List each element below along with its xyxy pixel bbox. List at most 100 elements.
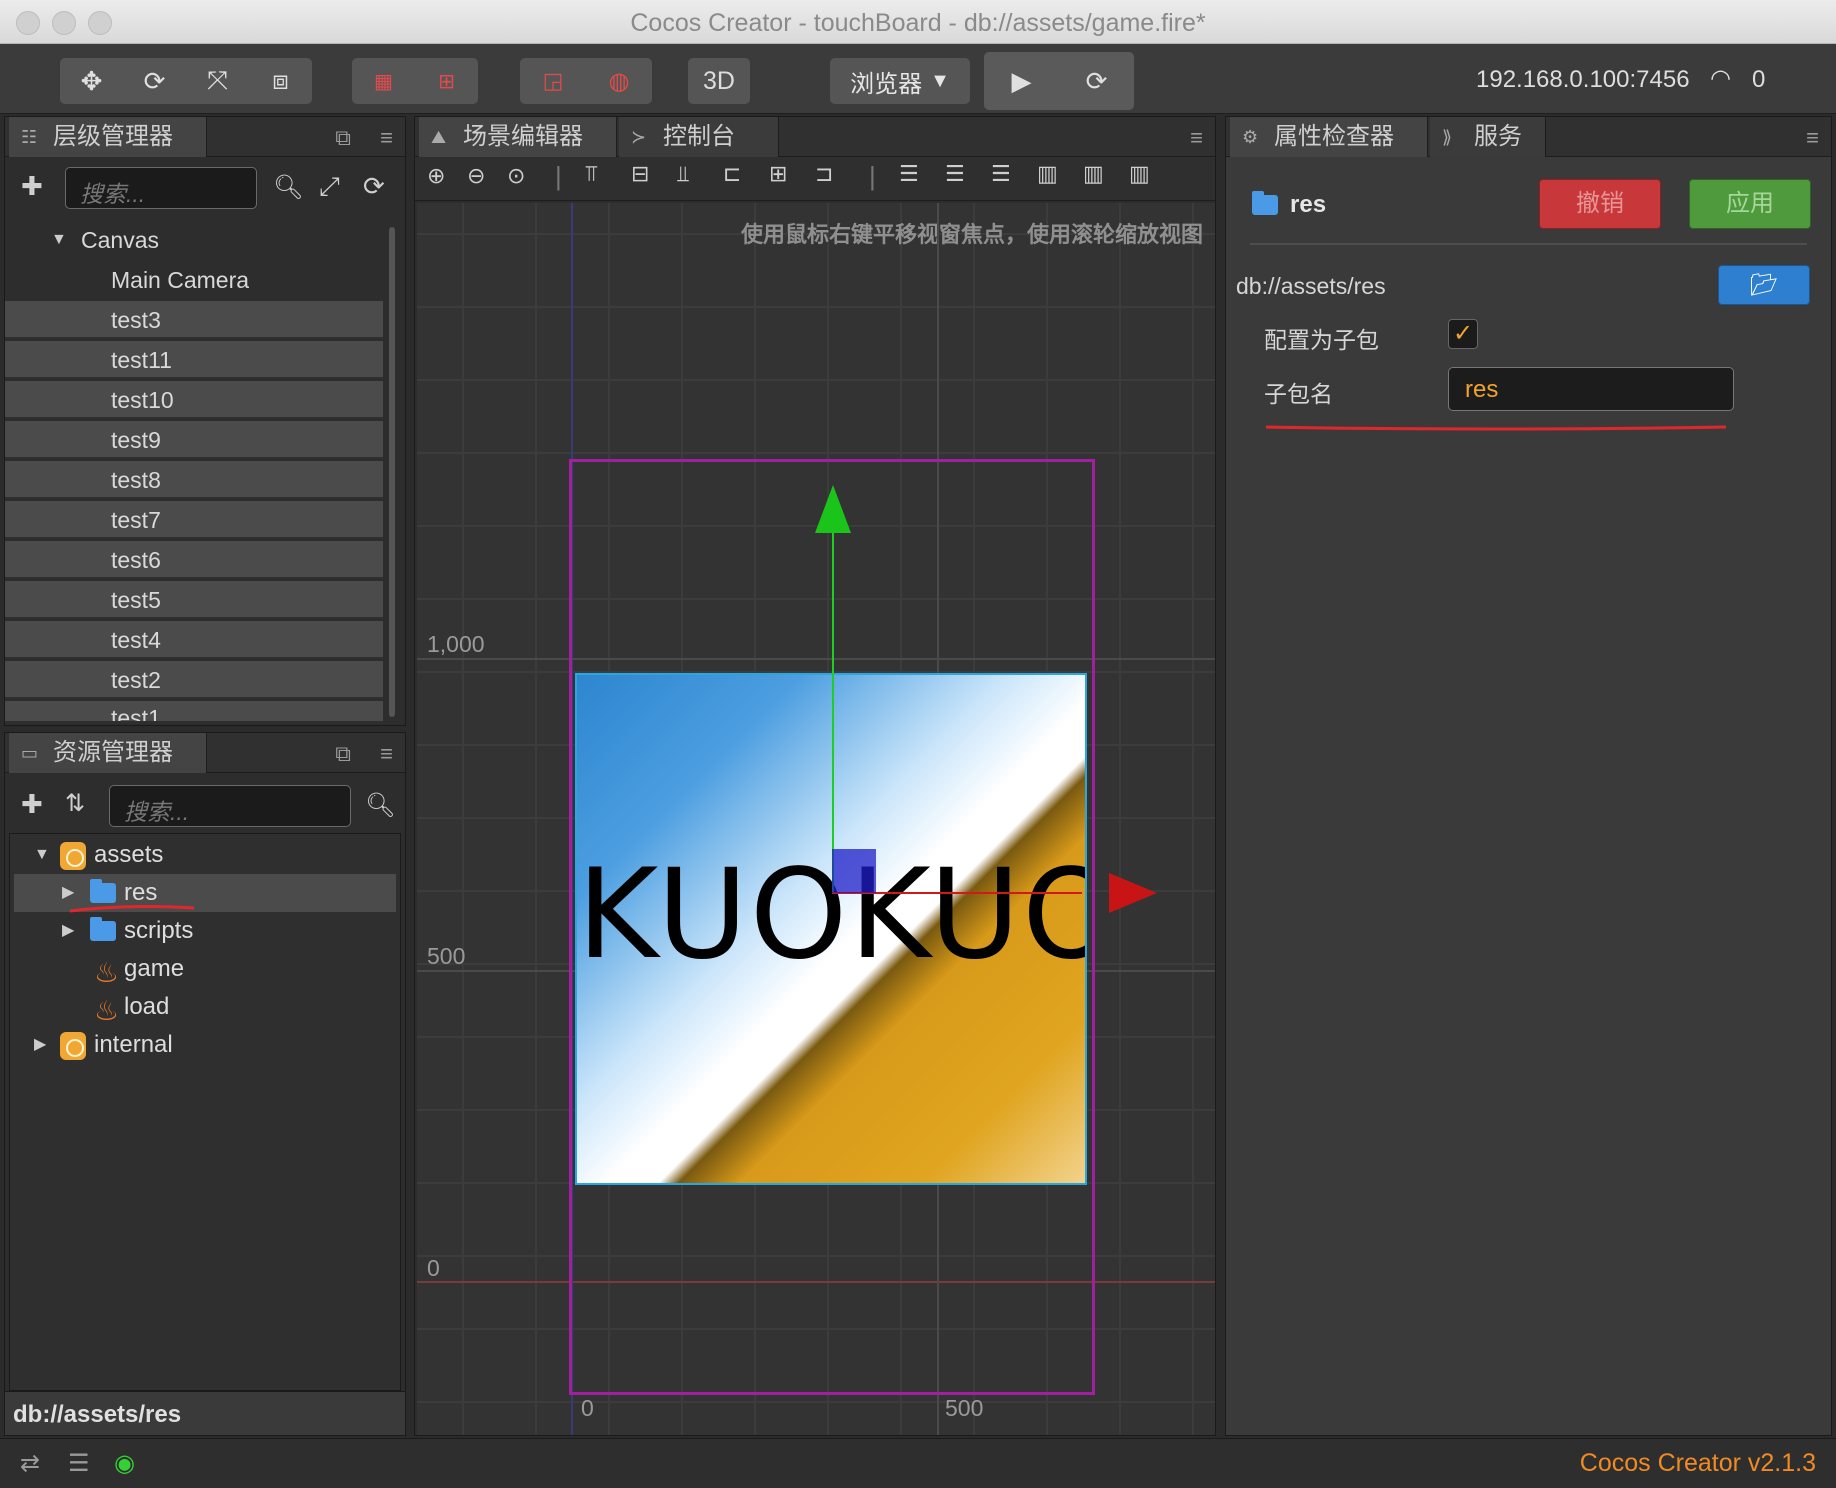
- y-axis-label: 500: [427, 943, 466, 969]
- hierarchy-scrollbar[interactable]: [389, 227, 395, 717]
- gizmo-x-arrow-icon[interactable]: [1109, 873, 1157, 913]
- preview-ip[interactable]: 192.168.0.100:7456: [1476, 66, 1690, 94]
- tree-node[interactable]: test5: [5, 581, 383, 619]
- eye-icon[interactable]: ◉: [114, 1449, 135, 1478]
- align-vcenter-icon[interactable]: ⊟: [631, 161, 649, 187]
- move-tool-icon[interactable]: ✥: [64, 58, 120, 104]
- tab-console[interactable]: ≻ 控制台: [619, 117, 779, 157]
- distribute-vcenter-icon[interactable]: ☰: [945, 161, 965, 187]
- popout-icon[interactable]: ⧉: [335, 741, 351, 767]
- align-hcenter-icon[interactable]: ⊞: [769, 161, 787, 187]
- folder-icon: [90, 917, 116, 941]
- node-label: test1: [111, 705, 161, 723]
- distribute-left-icon[interactable]: ▥: [1037, 161, 1058, 187]
- search-icon[interactable]: 🔍︎: [365, 791, 395, 820]
- folder-icon: ▭: [21, 743, 39, 763]
- scene-viewport[interactable]: 使用鼠标右键平移视窗焦点，使用滚轮缩放视图 1,000 500 0 0 500 …: [417, 203, 1215, 1435]
- tree-node[interactable]: test3: [5, 301, 383, 339]
- gizmo-y-arrow-icon[interactable]: [815, 485, 851, 533]
- scene-hint: 使用鼠标右键平移视窗焦点，使用滚轮缩放视图: [740, 222, 1203, 247]
- tree-node[interactable]: test6: [5, 541, 383, 579]
- menu-icon[interactable]: ≡: [380, 125, 393, 151]
- tree-node[interactable]: test2: [5, 661, 383, 699]
- toolbar-divider: |: [555, 161, 562, 191]
- tree-node-canvas[interactable]: ▼ Canvas: [5, 221, 383, 259]
- distribute-hcenter-icon[interactable]: ▥: [1083, 161, 1104, 187]
- align-right-icon[interactable]: ⊐: [815, 161, 833, 187]
- tree-node[interactable]: test10: [5, 381, 383, 419]
- sync-icon[interactable]: ⇄: [20, 1449, 40, 1478]
- tree-node[interactable]: test9: [5, 421, 383, 459]
- asset-folder-res[interactable]: ▶ res: [14, 874, 396, 913]
- node-label: test10: [111, 387, 174, 413]
- apply-button[interactable]: 应用: [1689, 179, 1811, 229]
- asset-db-assets[interactable]: ▼ assets: [14, 836, 396, 874]
- asset-folder-scripts[interactable]: ▶ scripts: [14, 912, 396, 950]
- menu-icon[interactable]: ≡: [1806, 125, 1819, 151]
- local-coord-icon[interactable]: ◲: [525, 58, 581, 104]
- tree-node[interactable]: test11: [5, 341, 383, 379]
- asset-scene-load[interactable]: ♨ load: [14, 988, 396, 1026]
- kuokuo-sprite[interactable]: KUOKUO: [575, 673, 1087, 1185]
- revert-button[interactable]: 撤销: [1539, 179, 1661, 229]
- tree-node[interactable]: test4: [5, 621, 383, 659]
- subpackage-name-input[interactable]: res: [1448, 367, 1734, 411]
- sprite-text: KUOKUO: [577, 843, 1087, 987]
- menu-icon[interactable]: ≡: [380, 741, 393, 767]
- tree-node[interactable]: Main Camera: [5, 261, 383, 299]
- caret-right-icon[interactable]: ▶: [62, 912, 74, 950]
- refresh-icon[interactable]: ⟳: [1069, 58, 1125, 104]
- popout-icon[interactable]: ⧉: [335, 125, 351, 151]
- preview-platform-select[interactable]: 浏览器 ▼: [830, 58, 970, 104]
- gizmo-y-axis[interactable]: [832, 493, 834, 893]
- hierarchy-search-input[interactable]: 搜索...: [65, 167, 257, 209]
- asset-db-internal[interactable]: ▶ internal: [14, 1026, 396, 1064]
- subpackage-label: 配置为子包: [1264, 327, 1379, 353]
- zoom-in-icon[interactable]: ⊕: [427, 163, 445, 189]
- tree-node[interactable]: test8: [5, 461, 383, 499]
- align-bottom-icon[interactable]: ⫫: [677, 161, 689, 187]
- database-icon[interactable]: ☰: [68, 1449, 90, 1478]
- open-folder-button[interactable]: 📂︎: [1718, 265, 1810, 305]
- pivot-icon[interactable]: ▦: [356, 58, 412, 104]
- asset-label: scripts: [124, 917, 194, 944]
- transform-tool-group: ✥ ⟳ ⤧ ⧈: [60, 58, 312, 104]
- distribute-right-icon[interactable]: ▥: [1129, 161, 1150, 187]
- tab-hierarchy[interactable]: ☷ 层级管理器: [9, 117, 207, 157]
- caret-down-icon[interactable]: ▼: [34, 836, 50, 874]
- tab-service[interactable]: ⟫ 服务: [1430, 117, 1546, 157]
- global-coord-icon[interactable]: ◍: [591, 58, 647, 104]
- asset-scene-game[interactable]: ♨ game: [14, 950, 396, 988]
- scale-tool-icon[interactable]: ⤧: [190, 58, 246, 104]
- refresh-icon[interactable]: ⟳: [363, 171, 385, 202]
- tree-node[interactable]: test7: [5, 501, 383, 539]
- tree-node[interactable]: test1: [5, 701, 383, 723]
- caret-right-icon[interactable]: ▶: [34, 1026, 46, 1064]
- tab-scene[interactable]: ⛰ 场景编辑器: [419, 117, 617, 157]
- sort-icon[interactable]: ⇅: [65, 789, 85, 818]
- add-node-button[interactable]: ✚: [21, 171, 43, 202]
- subpackage-name-label: 子包名: [1264, 381, 1333, 407]
- assets-search-input[interactable]: 搜索...: [109, 785, 351, 827]
- add-asset-button[interactable]: ✚: [21, 789, 43, 820]
- rotate-tool-icon[interactable]: ⟳: [127, 58, 183, 104]
- caret-down-icon[interactable]: ▼: [51, 221, 67, 259]
- tab-inspector[interactable]: ⚙ 属性检查器: [1230, 117, 1428, 157]
- toggle-3d-button[interactable]: 3D: [688, 58, 750, 104]
- distribute-bottom-icon[interactable]: ☰: [991, 161, 1011, 187]
- align-top-icon[interactable]: ⫪: [585, 161, 597, 187]
- tab-assets[interactable]: ▭ 资源管理器: [9, 733, 207, 773]
- menu-icon[interactable]: ≡: [1190, 125, 1203, 151]
- gizmo-center-handle[interactable]: [832, 849, 876, 893]
- search-icon[interactable]: 🔍︎: [273, 173, 303, 202]
- zoom-out-icon[interactable]: ⊖: [467, 163, 485, 189]
- expand-icon[interactable]: ⤢: [319, 171, 340, 203]
- zoom-reset-icon[interactable]: ⊙: [507, 163, 525, 189]
- rect-tool-icon[interactable]: ⧈: [253, 58, 309, 104]
- align-left-icon[interactable]: ⊏: [723, 161, 741, 187]
- play-icon[interactable]: ▶: [994, 58, 1050, 104]
- node-label: Canvas: [81, 227, 159, 253]
- subpackage-checkbox[interactable]: ✓: [1448, 319, 1478, 349]
- center-icon[interactable]: ⊞: [419, 58, 475, 104]
- distribute-top-icon[interactable]: ☰: [899, 161, 919, 187]
